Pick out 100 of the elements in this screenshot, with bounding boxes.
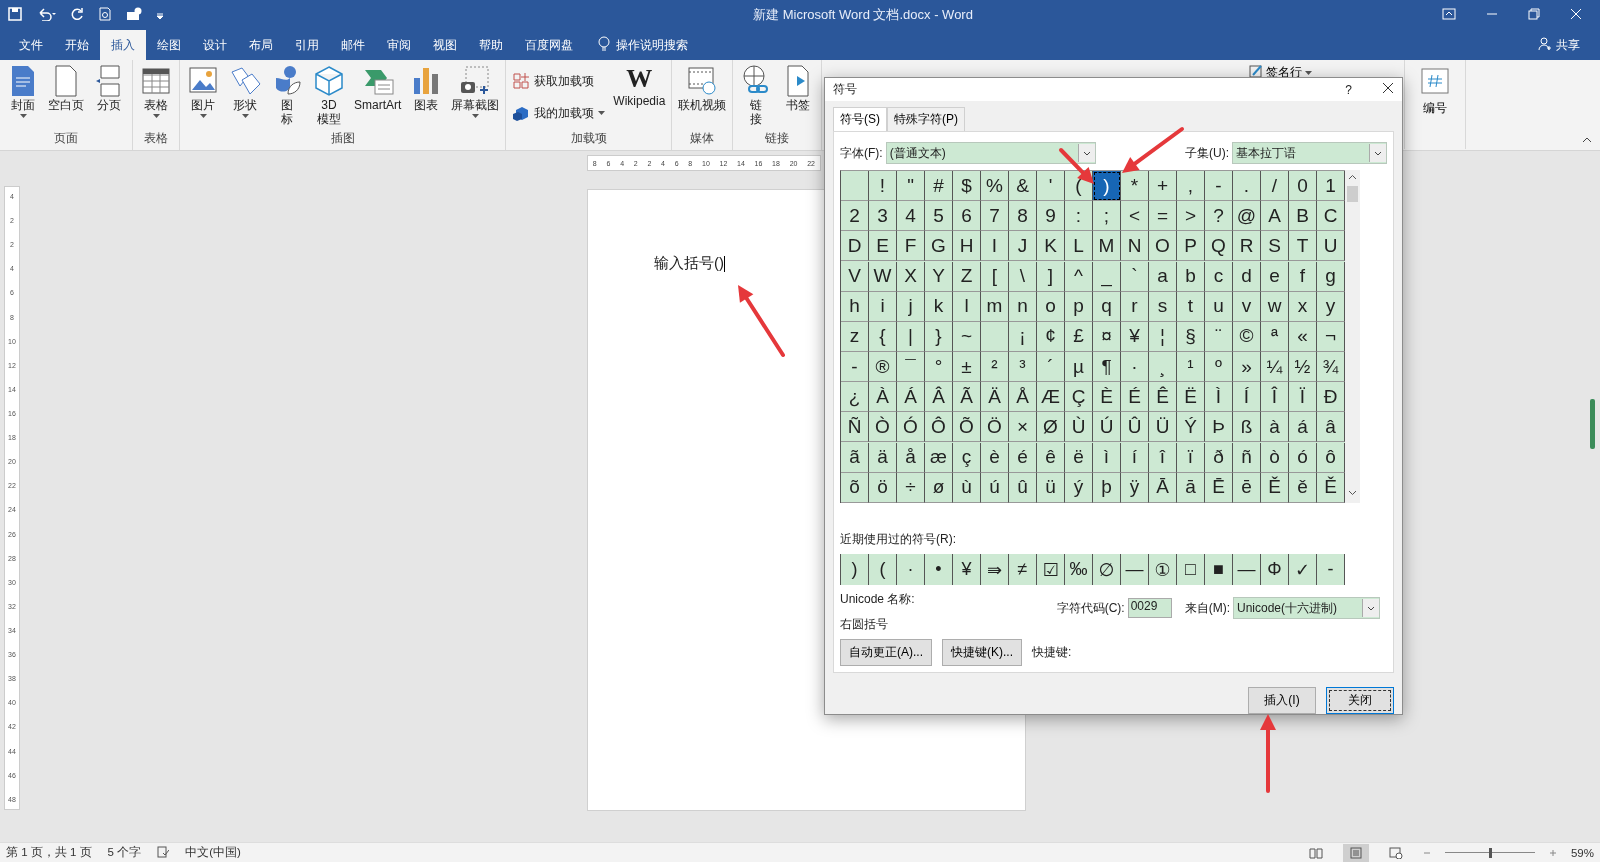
symbol-cell[interactable]: X xyxy=(897,261,925,292)
print-preview-icon[interactable] xyxy=(98,6,112,24)
symbol-cell[interactable]: . xyxy=(1233,171,1261,201)
symbol-cell[interactable]: 9 xyxy=(1037,201,1065,232)
symbol-cell[interactable]: # xyxy=(925,171,953,201)
ribbon-button[interactable]: 空白页 xyxy=(45,64,87,112)
symbol-cell[interactable]: Y xyxy=(925,261,953,292)
symbol-cell[interactable]: © xyxy=(1233,321,1261,352)
symbol-cell[interactable]: / xyxy=(1261,171,1289,201)
symbol-cell[interactable]: 4 xyxy=(897,201,925,232)
menu-tab[interactable]: 审阅 xyxy=(376,30,422,60)
symbol-cell[interactable]: Ē xyxy=(1205,472,1233,503)
symbol-cell[interactable]: I xyxy=(981,231,1009,262)
symbol-cell[interactable]: 2 xyxy=(841,201,869,232)
symbol-cell[interactable]: Ù xyxy=(1065,412,1093,443)
symbol-cell[interactable]: Í xyxy=(1233,382,1261,413)
ribbon-button[interactable]: 3D 模型 xyxy=(309,64,349,126)
symbol-cell[interactable]: Î xyxy=(1261,382,1289,413)
symbol-cell[interactable]: ¶ xyxy=(1093,352,1121,383)
symbol-cell[interactable]: ¥ xyxy=(1121,321,1149,352)
undo-icon[interactable] xyxy=(36,6,56,24)
symbol-cell[interactable]: ½ xyxy=(1289,352,1317,383)
symbol-cell[interactable]: t xyxy=(1177,291,1205,322)
menu-tab[interactable]: 插入 xyxy=(100,30,146,60)
symbol-cell[interactable]: - xyxy=(1205,171,1233,201)
symbol-cell[interactable]: ) xyxy=(1093,171,1121,201)
symbol-cell[interactable]: { xyxy=(869,321,897,352)
symbol-cell[interactable]: Ü xyxy=(1149,412,1177,443)
ribbon-button[interactable]: 图片 xyxy=(183,64,223,120)
ribbon-button[interactable]: SmartArt xyxy=(351,64,405,112)
symbol-cell[interactable]: À xyxy=(869,382,897,413)
symbol-cell[interactable]: ä xyxy=(869,442,897,473)
ribbon-button[interactable]: 获取加载项 xyxy=(509,68,609,94)
symbol-cell[interactable]: Ê xyxy=(1149,382,1177,413)
symbol-cell[interactable]: ; xyxy=(1093,201,1121,232)
symbol-cell[interactable]: N xyxy=(1121,231,1149,262)
symbol-cell[interactable]: Ò xyxy=(869,412,897,443)
ribbon-button[interactable]: 书签 xyxy=(778,64,819,112)
symbol-cell[interactable]: ā xyxy=(1177,472,1205,503)
symbol-cell[interactable]: W xyxy=(869,261,897,292)
symbol-cell[interactable]: ¿ xyxy=(841,382,869,413)
symbol-cell[interactable]: · xyxy=(1121,352,1149,383)
ribbon-button[interactable]: 链接 xyxy=(736,64,777,126)
symbol-cell[interactable]: Ô xyxy=(925,412,953,443)
symbol-cell[interactable]: 8 xyxy=(1009,201,1037,232)
ribbon-button[interactable]: W Wikipedia xyxy=(610,64,669,108)
symbol-cell[interactable]: V xyxy=(841,261,869,292)
ribbon-button[interactable]: 封面 xyxy=(3,64,43,120)
signature-line-button[interactable]: 签名行 xyxy=(1243,63,1318,82)
symbol-cell[interactable]: J xyxy=(1009,231,1037,262)
ribbon-button[interactable]: 表格 xyxy=(136,64,176,120)
symbol-cell[interactable]: O xyxy=(1149,231,1177,262)
symbol-cell[interactable]: ¸ xyxy=(1149,352,1177,383)
subset-dropdown[interactable]: 基本拉丁语 xyxy=(1232,142,1387,164)
symbol-cell[interactable]: × xyxy=(1009,412,1037,443)
symbol-cell[interactable]: ¹ xyxy=(1177,352,1205,383)
symbol-cell[interactable]: , xyxy=(1177,171,1205,201)
tell-me-search[interactable]: 操作说明搜索 xyxy=(616,36,688,54)
symbol-cell[interactable]: : xyxy=(1065,201,1093,232)
symbol-cell[interactable]: § xyxy=(1177,321,1205,352)
symbol-cell[interactable]: @ xyxy=(1233,201,1261,232)
symbol-cell[interactable]: ē xyxy=(1233,472,1261,503)
symbol-cell[interactable]: G xyxy=(925,231,953,262)
symbol-cell[interactable]: 0 xyxy=(1289,171,1317,201)
symbol-cell[interactable]: + xyxy=(1149,171,1177,201)
font-dropdown[interactable]: (普通文本) xyxy=(885,142,1096,164)
symbol-cell[interactable]: ç xyxy=(953,442,981,473)
language-status[interactable]: 中文(中国) xyxy=(185,845,241,860)
symbol-cell[interactable]: ø xyxy=(925,472,953,503)
symbol-cell[interactable]: ê xyxy=(1037,442,1065,473)
symbol-cell[interactable]: ã xyxy=(841,442,869,473)
symbol-cell[interactable]: > xyxy=(1177,201,1205,232)
symbol-cell[interactable]: ® xyxy=(869,352,897,383)
symbol-cell[interactable]: 7 xyxy=(981,201,1009,232)
symbol-cell[interactable]: « xyxy=(1289,321,1317,352)
symbol-cell[interactable]: í xyxy=(1121,442,1149,473)
symbol-cell[interactable]: Z xyxy=(953,261,981,292)
shortcut-key-button[interactable]: 快捷键(K)... xyxy=(942,639,1022,666)
symbol-cell[interactable]: ý xyxy=(1065,472,1093,503)
save-icon[interactable] xyxy=(8,6,22,24)
close-button[interactable]: 关闭 xyxy=(1326,687,1394,714)
symbol-cell[interactable]: î xyxy=(1149,442,1177,473)
ribbon-button[interactable]: 我的加载项 xyxy=(509,100,609,126)
symbol-cell[interactable]: ¼ xyxy=(1261,352,1289,383)
symbol-cell[interactable]: B xyxy=(1289,201,1317,232)
symbol-cell[interactable]: f xyxy=(1289,261,1317,292)
symbol-cell[interactable]: Q xyxy=(1205,231,1233,262)
symbol-cell[interactable]: q xyxy=(1093,291,1121,322)
symbol-cell[interactable]: R xyxy=(1233,231,1261,262)
symbol-cell[interactable]: £ xyxy=(1065,321,1093,352)
symbol-cell[interactable]: Ì xyxy=(1205,382,1233,413)
symbol-cell[interactable]: ÷ xyxy=(897,472,925,503)
symbol-cell[interactable]: à xyxy=(1261,412,1289,443)
symbol-cell[interactable]: b xyxy=(1177,261,1205,292)
symbol-cell[interactable]: Â xyxy=(925,382,953,413)
symbol-cell[interactable]: Ā xyxy=(1149,472,1177,503)
symbol-cell[interactable]: P xyxy=(1177,231,1205,262)
symbol-cell[interactable]: T xyxy=(1289,231,1317,262)
symbol-cell[interactable]: ÿ xyxy=(1121,472,1149,503)
symbol-cell[interactable]: ï xyxy=(1177,442,1205,473)
